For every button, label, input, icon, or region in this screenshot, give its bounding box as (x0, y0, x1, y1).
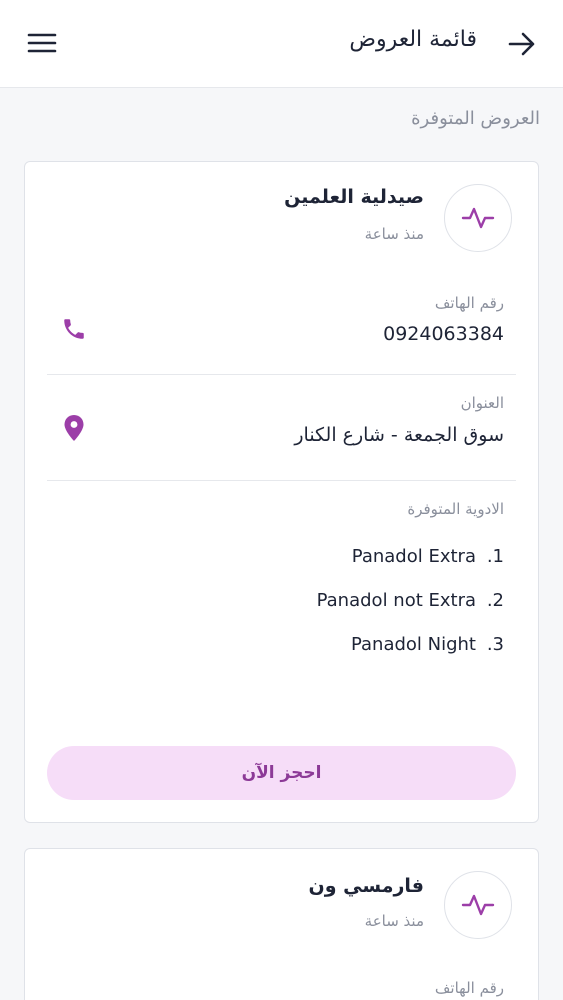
activity-pulse-icon (461, 894, 495, 916)
medicine-name: Panadol Extra (351, 545, 476, 567)
app-root: قائمة العروض العروض المتوفرة صيدلية العل… (0, 0, 563, 1000)
offer-time: منذ ساعة (364, 225, 424, 243)
medicine-number: .1 (486, 545, 504, 567)
list-item: .3 Panadol Night (317, 622, 504, 666)
offer-card: صيدلية العلمين منذ ساعة رقم الهاتف 09240… (24, 161, 539, 823)
pharmacy-avatar (444, 871, 512, 939)
top-app-bar: قائمة العروض (0, 0, 563, 88)
menu-button[interactable] (26, 30, 58, 56)
list-item: .1 Panadol Extra (317, 534, 504, 578)
medicines-list: .1 Panadol Extra .2 Panadol not Extra .3… (317, 534, 504, 666)
medicine-number: .3 (486, 633, 504, 655)
address-value: سوق الجمعة - شارع الكنار (294, 424, 504, 446)
call-button[interactable] (59, 314, 89, 344)
activity-pulse-icon (461, 207, 495, 229)
medicine-number: .2 (486, 589, 504, 611)
medicine-name: Panadol not Extra (316, 589, 476, 611)
pharmacy-name: صيدلية العلمين (284, 186, 424, 208)
pharmacy-name: فارمسي ون (308, 875, 424, 897)
hamburger-menu-icon (27, 33, 57, 53)
phone-label: رقم الهاتف (434, 294, 504, 312)
address-label: العنوان (460, 394, 504, 412)
back-button[interactable] (507, 30, 537, 58)
offer-card: فارمسي ون منذ ساعة رقم الهاتف (24, 848, 539, 1000)
phone-number: 0924063384 (383, 323, 504, 345)
medicine-name: Panadol Night (350, 633, 476, 655)
medicines-label: الادوية المتوفرة (407, 500, 504, 518)
offer-time: منذ ساعة (364, 912, 424, 930)
section-title: العروض المتوفرة (411, 108, 540, 129)
phone-label: رقم الهاتف (434, 979, 504, 997)
page-title: قائمة العروض (349, 27, 477, 52)
arrow-right-icon (508, 32, 535, 56)
location-button[interactable] (59, 413, 89, 443)
list-item: .2 Panadol not Extra (317, 578, 504, 622)
location-pin-icon (64, 415, 84, 441)
divider (47, 480, 516, 481)
pharmacy-avatar (444, 184, 512, 252)
book-now-button[interactable]: احجز الآن (47, 746, 516, 800)
divider (47, 374, 516, 375)
phone-icon (64, 319, 84, 339)
